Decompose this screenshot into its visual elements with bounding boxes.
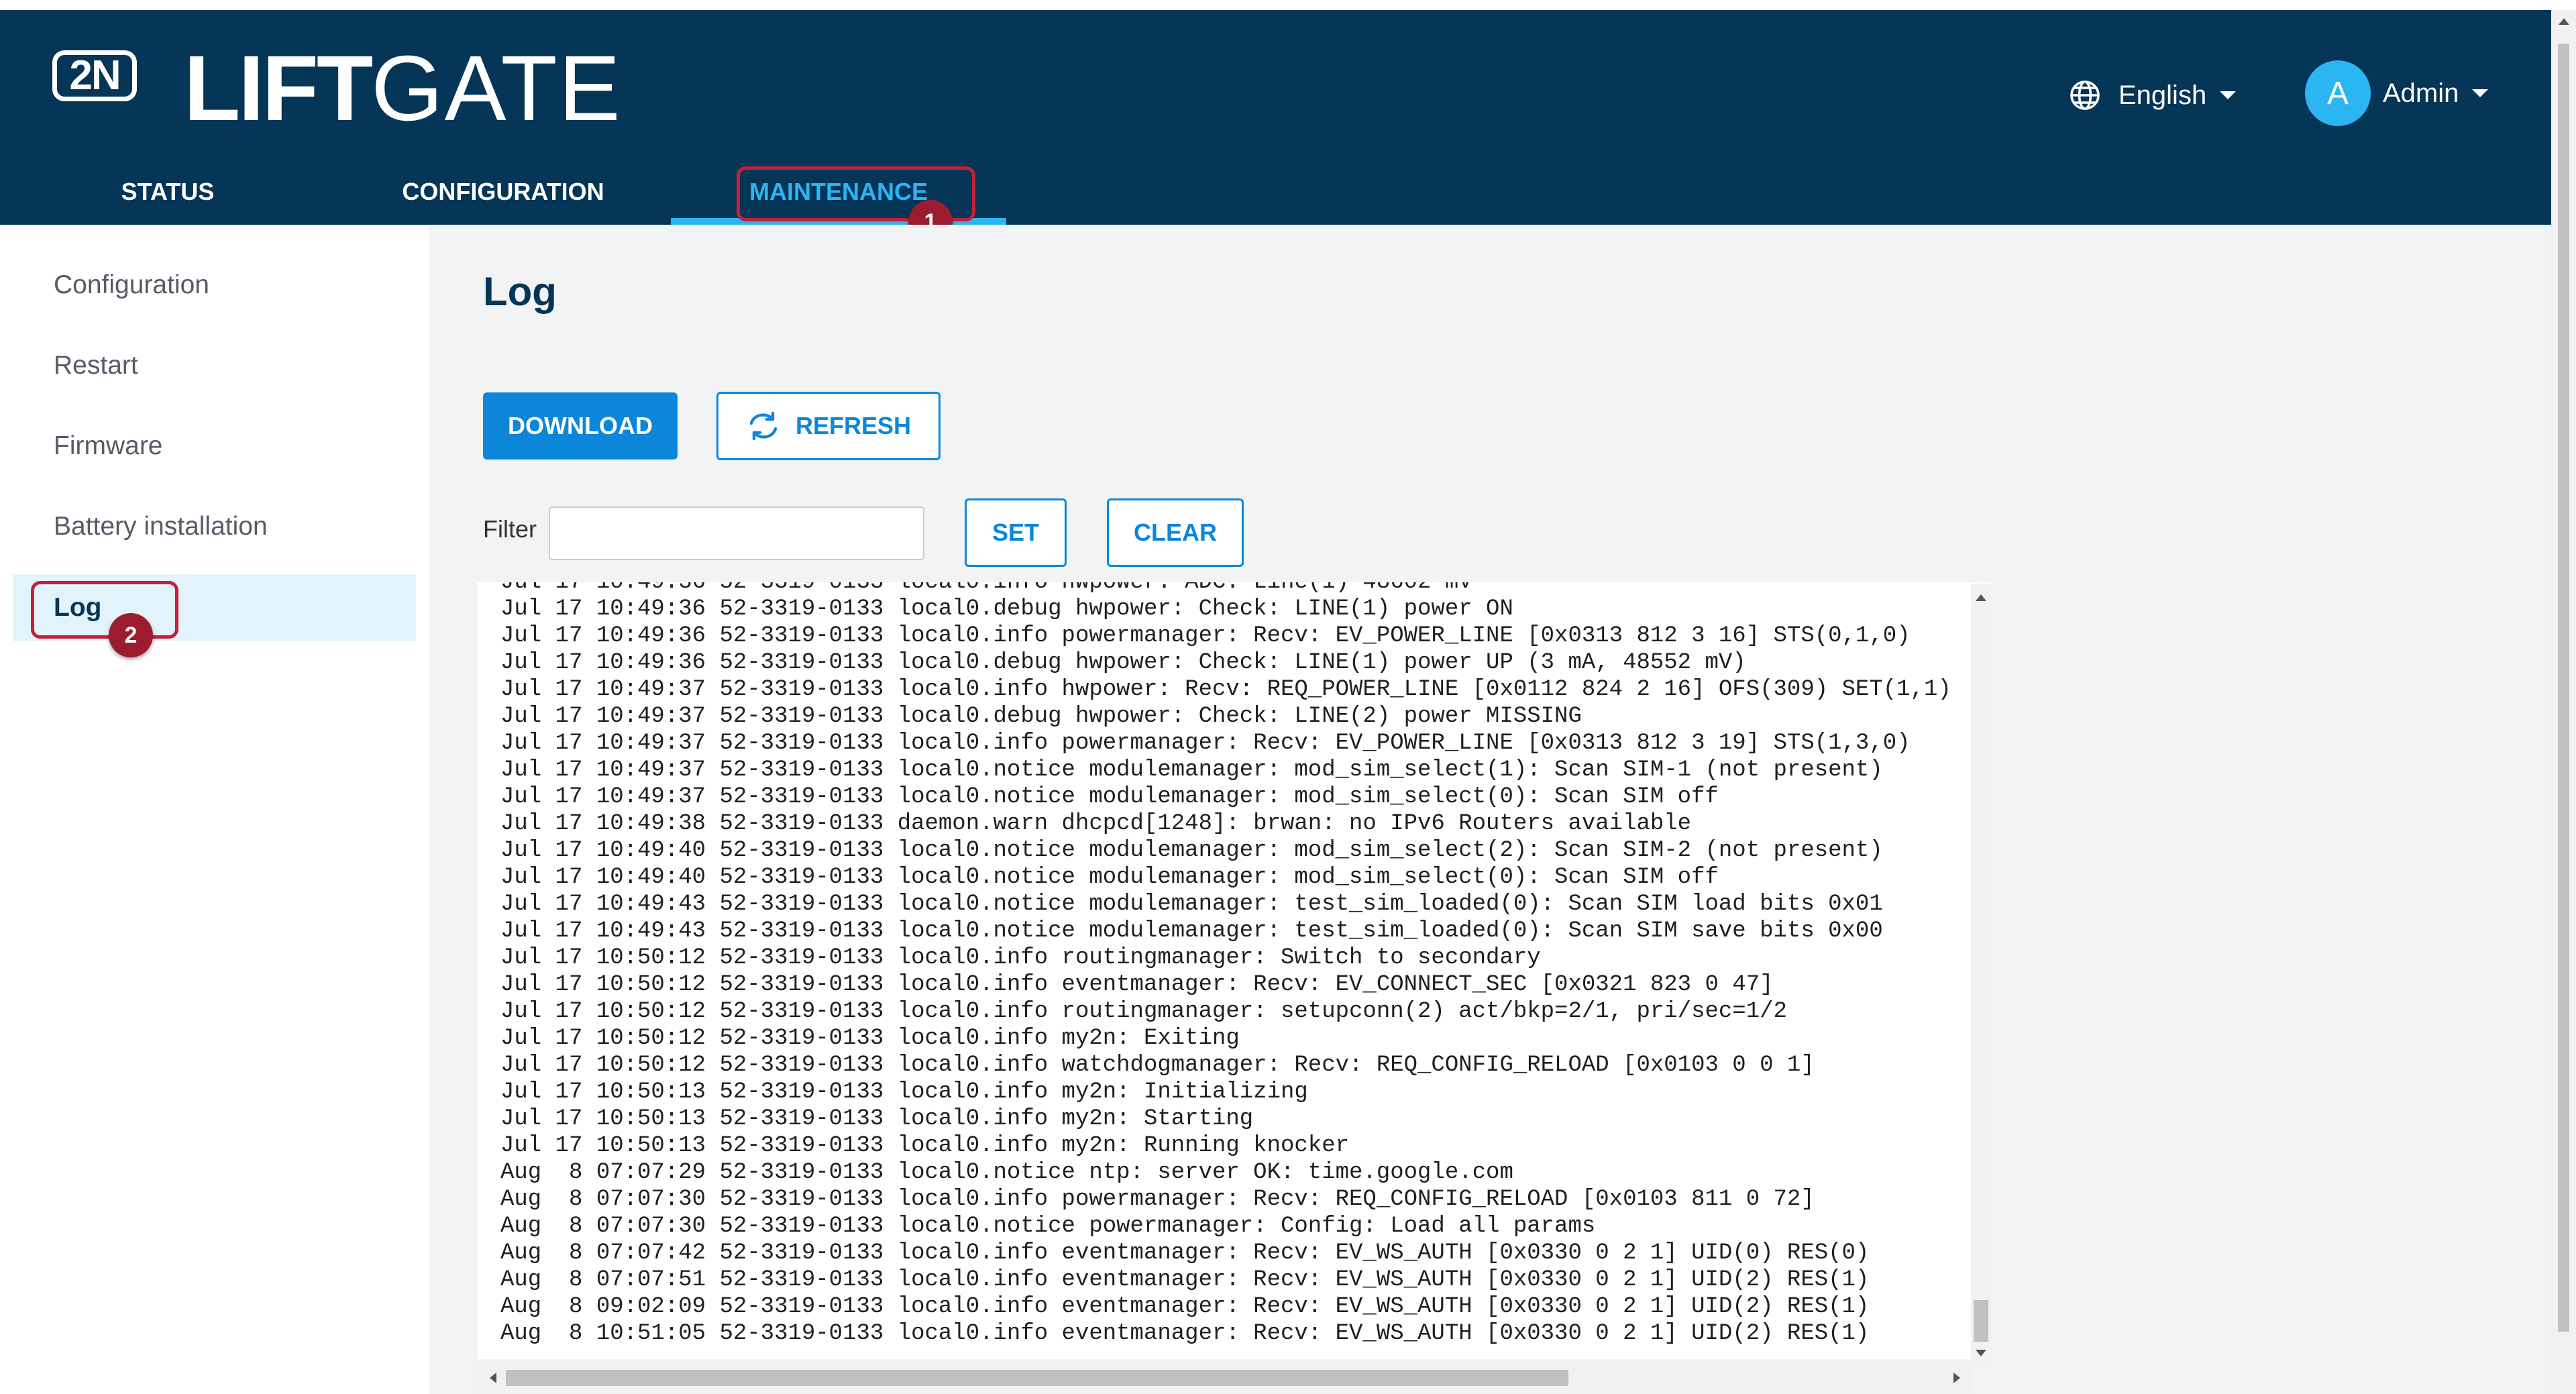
- download-button[interactable]: DOWNLOAD: [483, 392, 678, 460]
- filter-label: Filter: [483, 515, 537, 543]
- refresh-icon: [749, 411, 777, 441]
- sidebar-item-firmware[interactable]: Firmware: [54, 426, 163, 466]
- scroll-up-arrow-icon[interactable]: [2559, 18, 2569, 25]
- log-vertical-scrollbar[interactable]: [1971, 584, 1991, 1362]
- brand-light: GATE: [371, 37, 622, 140]
- sidebar-item-battery-installation[interactable]: Battery installation: [54, 506, 268, 547]
- refresh-button[interactable]: REFRESH: [716, 392, 941, 460]
- annotation-badge-2: 2: [109, 613, 153, 657]
- brand-logo: LIFTGATE: [184, 42, 622, 135]
- scroll-up-arrow-icon[interactable]: [1976, 594, 1986, 601]
- avatar: A: [2305, 60, 2371, 126]
- top-strip: [0, 0, 2576, 10]
- sidebar-item-configuration[interactable]: Configuration: [54, 265, 209, 305]
- refresh-label: REFRESH: [795, 412, 912, 439]
- tab-configuration[interactable]: CONFIGURATION: [376, 172, 631, 212]
- caret-down-icon: [2472, 89, 2489, 97]
- scroll-left-arrow-icon[interactable]: [490, 1373, 496, 1383]
- caret-down-icon: [2220, 91, 2237, 99]
- sidebar-item-restart[interactable]: Restart: [54, 345, 138, 386]
- log-viewer[interactable]: Jul 17 10:49:36 52-3319-0133 local0.info…: [478, 582, 1991, 1359]
- scroll-right-arrow-icon[interactable]: [1953, 1373, 1960, 1383]
- page-scrollbar[interactable]: [2551, 10, 2576, 1394]
- page-title: Log: [483, 269, 557, 314]
- language-selector[interactable]: English: [2069, 72, 2237, 119]
- annotation-highlight-log: [31, 581, 178, 639]
- scrollbar-thumb[interactable]: [1974, 1300, 1988, 1342]
- globe-icon: [2070, 81, 2100, 110]
- scrollbar-thumb[interactable]: [2558, 44, 2569, 1332]
- log-text: Jul 17 10:49:36 52-3319-0133 local0.info…: [500, 582, 1951, 1346]
- scroll-down-arrow-icon[interactable]: [1976, 1350, 1986, 1356]
- logo-2n: 2N: [52, 50, 137, 101]
- user-name: Admin: [2383, 78, 2459, 108]
- user-menu[interactable]: A Admin: [2305, 60, 2489, 127]
- scrollbar-thumb[interactable]: [506, 1370, 1568, 1386]
- set-filter-button[interactable]: SET: [965, 498, 1067, 567]
- brand-bold: LIFT: [184, 37, 373, 140]
- filter-input[interactable]: [549, 506, 924, 560]
- log-horizontal-scrollbar[interactable]: [478, 1362, 1971, 1393]
- tab-status[interactable]: STATUS: [80, 172, 255, 212]
- clear-filter-button[interactable]: CLEAR: [1107, 498, 1244, 567]
- language-label: English: [2118, 80, 2207, 110]
- sidebar: [0, 225, 429, 1394]
